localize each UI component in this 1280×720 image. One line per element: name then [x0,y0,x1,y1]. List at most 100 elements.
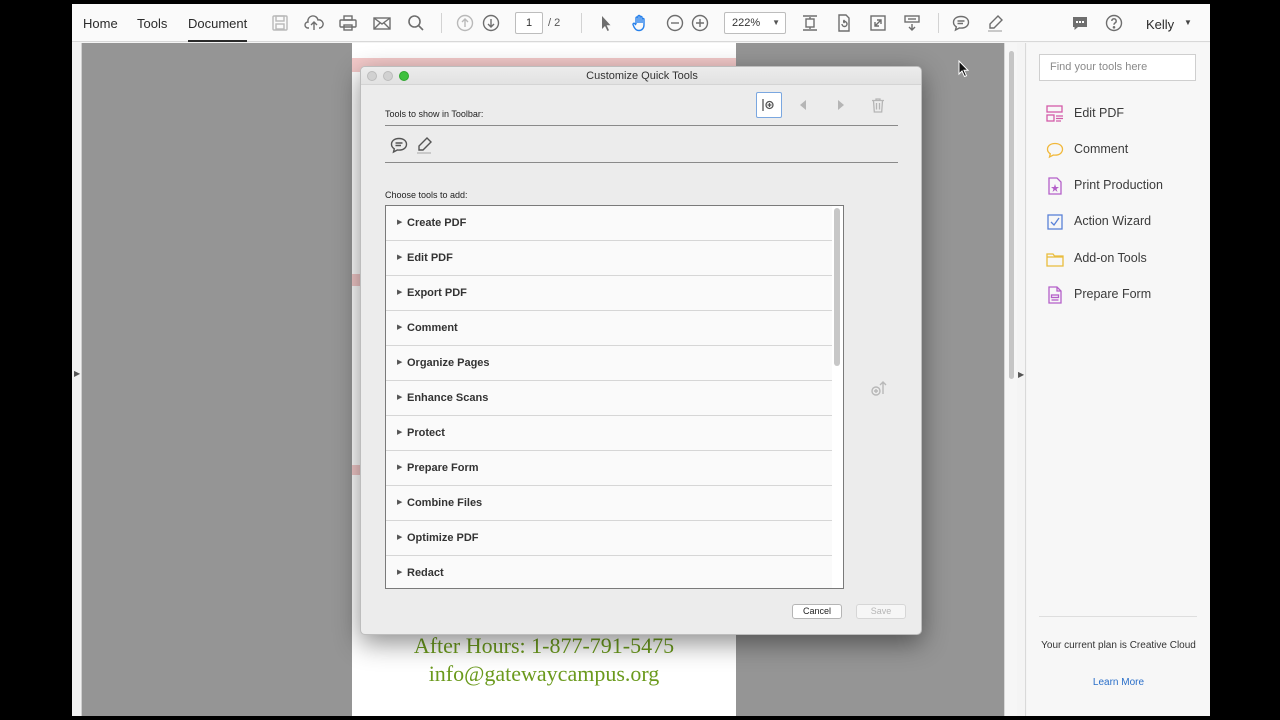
tool-list-label: Optimize PDF [407,532,479,544]
page-up-icon[interactable] [455,13,475,33]
move-right-icon[interactable] [832,96,850,114]
document-scrollbar[interactable] [1004,43,1017,716]
zoom-select[interactable]: 222% ▼ [724,12,786,34]
tool-list-item-create-pdf[interactable]: ▶ Create PDF [386,206,832,241]
tools-pane: Find your tools here Edit PDF Comment Pr… [1027,43,1210,716]
left-pane-toggle[interactable]: ▶ [72,43,82,716]
print-production-icon [1045,176,1065,196]
toolbar-separator [441,13,442,33]
email-icon[interactable] [372,13,392,33]
zoom-out-icon[interactable] [665,13,685,33]
toolbar-tools-label: Tools to show in Toolbar: [385,109,484,119]
pane-item-add-on-tools[interactable]: Add-on Tools [1045,248,1205,270]
choose-tools-label: Choose tools to add: [385,190,468,200]
pane-item-label: Add-on Tools [1074,251,1147,265]
disclosure-triangle-icon[interactable]: ▶ [397,323,402,331]
tool-list-item-comment[interactable]: ▶ Comment [386,311,832,346]
tool-list-item-enhance-scans[interactable]: ▶ Enhance Scans [386,381,832,416]
hand-icon[interactable] [630,13,650,33]
cancel-button[interactable]: Cancel [792,604,842,619]
fit-page-icon[interactable] [800,13,820,33]
tool-list-item-edit-pdf[interactable]: ▶ Edit PDF [386,241,832,276]
rotate-icon[interactable] [834,13,854,33]
tool-list-label: Combine Files [407,497,483,509]
save-icon[interactable] [270,13,290,33]
pane-item-edit-pdf[interactable]: Edit PDF [1045,103,1205,125]
disclosure-triangle-icon[interactable]: ▶ [397,393,402,401]
tool-list-item-organize-pages[interactable]: ▶ Organize Pages [386,346,832,381]
tool-list-scrollbar[interactable] [834,208,840,366]
pane-item-print-production[interactable]: Print Production [1045,175,1205,197]
pane-item-comment[interactable]: Comment [1045,139,1205,161]
add-divider-button[interactable] [756,92,782,118]
tool-list: ▶ Create PDF ▶ Edit PDF ▶ Export PDF ▶ Comme… [385,205,844,589]
tool-list-item-export-pdf[interactable]: ▶ Export PDF [386,276,832,311]
tool-list-item-prepare-form[interactable]: ▶ Prepare Form [386,451,832,486]
pane-item-prepare-form[interactable]: Prepare Form [1045,284,1205,306]
cloud-upload-icon[interactable] [304,13,324,33]
disclosure-triangle-icon[interactable]: ▶ [397,288,402,296]
trash-icon[interactable] [869,96,887,114]
learn-more-link[interactable]: Learn More [1027,677,1210,688]
search-icon[interactable] [406,13,426,33]
pane-divider [1039,616,1197,617]
disclosure-triangle-icon[interactable]: ▶ [397,568,402,576]
scroll-mode-icon[interactable] [902,13,922,33]
save-button[interactable]: Save [856,604,906,619]
select-cursor-icon[interactable] [596,13,616,33]
highlight-icon[interactable] [414,135,434,155]
toolbar-separator [938,13,939,33]
pane-item-label: Prepare Form [1074,287,1152,301]
tool-list-label: Create PDF [407,217,467,229]
comment-icon[interactable] [951,13,971,33]
action-wizard-icon [1045,212,1065,232]
plan-text: Your current plan is Creative Cloud [1041,640,1196,651]
tool-list-label: Export PDF [407,287,467,299]
quick-tools-row [385,125,898,163]
tool-list-label: Enhance Scans [407,392,489,404]
move-left-icon[interactable] [794,96,812,114]
dialog-title: Customize Quick Tools [361,67,921,85]
help-icon[interactable] [1104,13,1124,33]
page-footer-email: info@gatewaycampus.org [428,661,660,686]
disclosure-triangle-icon[interactable]: ▶ [397,358,402,366]
add-to-toolbar-icon[interactable] [869,378,889,398]
comment-icon[interactable] [389,135,409,155]
print-icon[interactable] [338,13,358,33]
window-minimize-button[interactable] [383,71,393,81]
pane-item-label: Comment [1074,142,1129,156]
top-toolbar: Home Tools Document 1 / 2 222% ▼ Kelly ▼ [72,4,1210,42]
chevron-down-icon: ▼ [772,18,780,27]
tab-home[interactable]: Home [83,4,118,42]
disclosure-triangle-icon[interactable]: ▶ [397,498,402,506]
add-on-tools-icon [1045,249,1065,269]
disclosure-triangle-icon[interactable]: ▶ [397,428,402,436]
pane-item-action-wizard[interactable]: Action Wizard [1045,211,1205,233]
full-screen-icon[interactable] [868,13,888,33]
window-close-button[interactable] [367,71,377,81]
disclosure-triangle-icon[interactable]: ▶ [397,533,402,541]
disclosure-triangle-icon[interactable]: ▶ [397,463,402,471]
tool-list-label: Prepare Form [407,462,479,474]
tab-document[interactable]: Document [188,4,248,42]
tool-list-label: Comment [407,322,458,334]
scrollbar-thumb[interactable] [1009,51,1014,379]
disclosure-triangle-icon[interactable]: ▶ [397,253,402,261]
tool-list-item-protect[interactable]: ▶ Protect [386,416,832,451]
user-menu[interactable]: Kelly [1146,17,1174,32]
tool-list-item-redact[interactable]: ▶ Redact [386,556,832,588]
tool-list-item-optimize-pdf[interactable]: ▶ Optimize PDF [386,521,832,556]
chevron-down-icon[interactable]: ▼ [1184,18,1192,27]
window-zoom-button[interactable] [399,71,409,81]
highlight-icon[interactable] [985,13,1005,33]
page-number-input[interactable]: 1 [515,12,543,34]
zoom-in-icon[interactable] [690,13,710,33]
tool-list-label: Organize Pages [407,357,490,369]
chat-icon[interactable] [1070,13,1090,33]
tool-list-item-combine-files[interactable]: ▶ Combine Files [386,486,832,521]
tab-tools[interactable]: Tools [137,4,167,42]
page-down-icon[interactable] [481,13,501,33]
disclosure-triangle-icon[interactable]: ▶ [397,218,402,226]
right-pane-toggle[interactable]: ▶ [1017,43,1026,716]
tool-search-input[interactable]: Find your tools here [1039,54,1196,81]
